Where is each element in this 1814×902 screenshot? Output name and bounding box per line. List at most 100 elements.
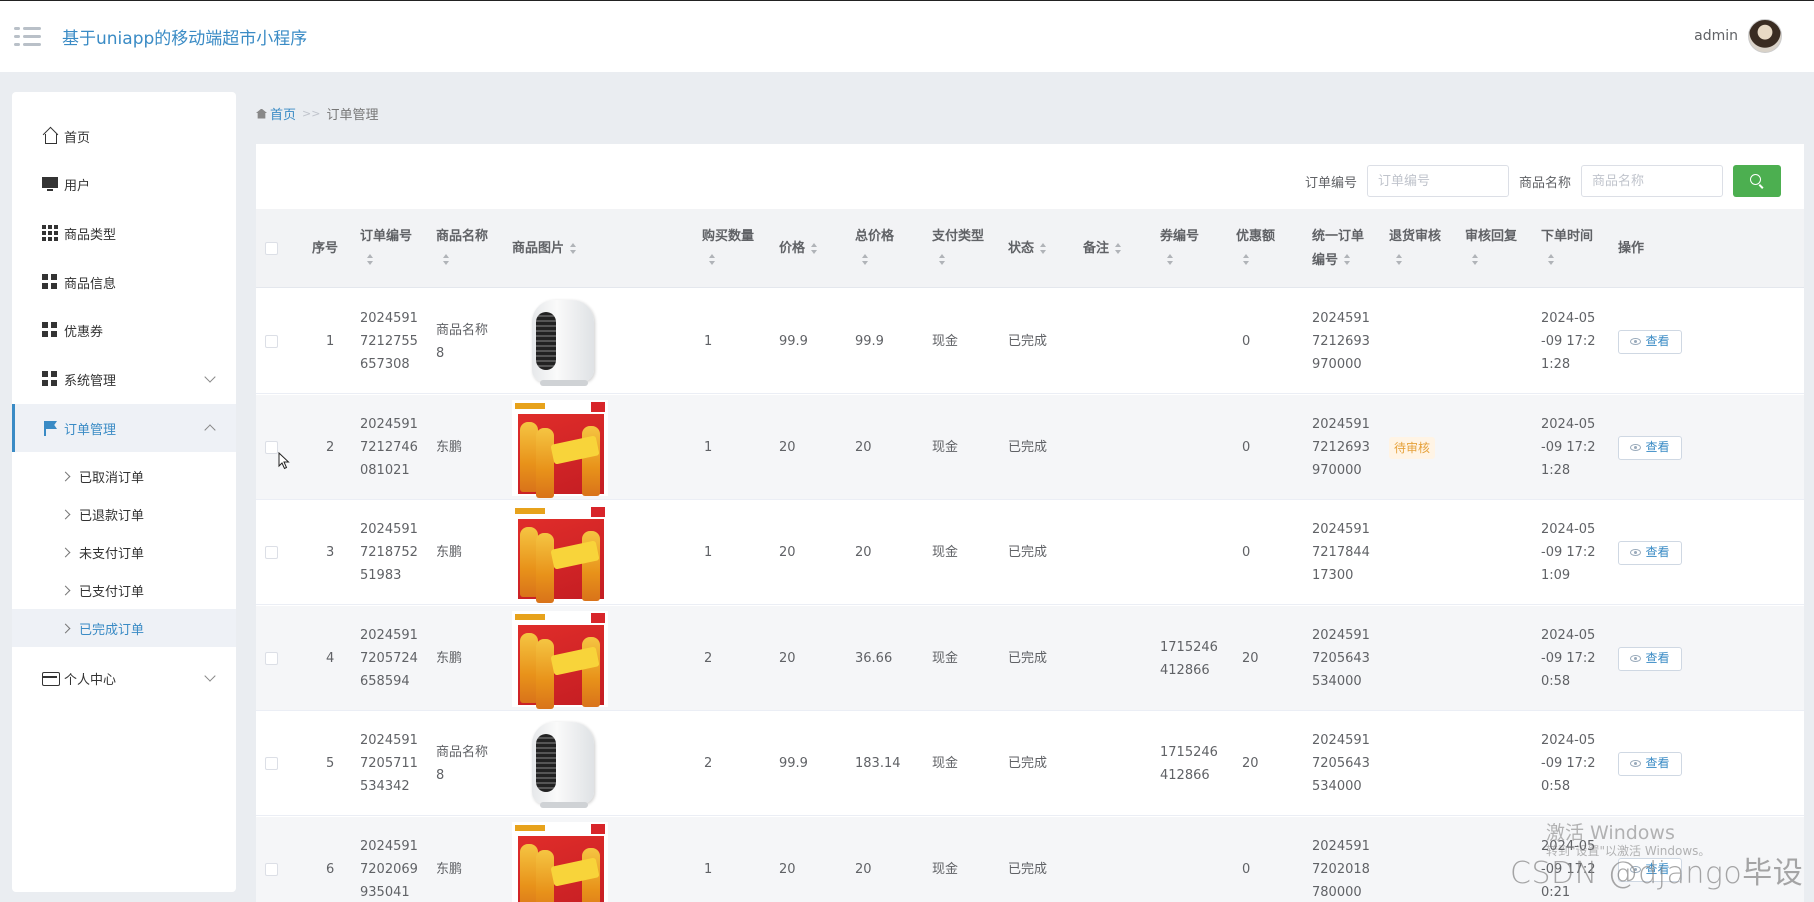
view-button[interactable]: 查看 bbox=[1618, 435, 1682, 460]
col-discount[interactable]: 优惠额 bbox=[1236, 209, 1275, 288]
view-button[interactable]: 查看 bbox=[1618, 646, 1682, 671]
col-price[interactable]: 价格 bbox=[779, 209, 818, 288]
product-name-line: 东鹏 bbox=[436, 651, 463, 666]
row-price: 20 bbox=[779, 395, 796, 500]
app-title: 基于uniapp的移动端超市小程序 bbox=[62, 29, 308, 49]
row-checkbox[interactable] bbox=[265, 441, 278, 454]
sort-icon[interactable] bbox=[1547, 254, 1555, 266]
grid-icon bbox=[42, 225, 58, 241]
row-index: 3 bbox=[326, 500, 334, 605]
product-name-input[interactable] bbox=[1581, 165, 1723, 197]
sidebar-subitem-unpaid[interactable]: 未支付订单 bbox=[12, 533, 236, 571]
discount-text: 0 bbox=[1242, 862, 1251, 877]
product-image bbox=[512, 821, 608, 902]
view-button[interactable]: 查看 bbox=[1618, 751, 1682, 776]
col-review-reply[interactable]: 审核回复 bbox=[1465, 209, 1517, 288]
sort-icon[interactable] bbox=[442, 254, 450, 266]
sidebar-subitem-refunded[interactable]: 已退款订单 bbox=[12, 495, 236, 533]
sidebar-item-system[interactable]: 系统管理 bbox=[12, 355, 236, 403]
col-product-image[interactable]: 商品图片 bbox=[512, 209, 577, 288]
sort-icon[interactable] bbox=[861, 254, 869, 266]
sidebar-item-coupons[interactable]: 优惠券 bbox=[12, 306, 236, 354]
sidebar-subitem-paid[interactable]: 已支付订单 bbox=[12, 571, 236, 609]
sidebar-subitem-cancelled[interactable]: 已取消订单 bbox=[12, 457, 236, 495]
menu-toggle-icon[interactable] bbox=[14, 25, 44, 49]
breadcrumb-home-link[interactable]: 首页 bbox=[270, 104, 296, 123]
order-time-line: -09 17:2 bbox=[1541, 651, 1596, 666]
quantity-text: 1 bbox=[704, 545, 713, 560]
view-button-label: 查看 bbox=[1645, 756, 1670, 770]
sort-icon[interactable] bbox=[1395, 254, 1403, 266]
sidebar-item-orders[interactable]: 订单管理 bbox=[12, 404, 236, 452]
sort-icon[interactable] bbox=[569, 242, 577, 255]
sort-icon[interactable] bbox=[1114, 242, 1122, 255]
select-all-checkbox[interactable] bbox=[265, 242, 278, 255]
sort-icon[interactable] bbox=[1039, 242, 1047, 255]
row-checkbox[interactable] bbox=[265, 335, 278, 348]
row-refund-review: 待审核 bbox=[1389, 395, 1436, 500]
row-quantity: 2 bbox=[704, 606, 712, 711]
sort-icon[interactable] bbox=[1166, 254, 1174, 266]
col-coupon-no[interactable]: 券编号 bbox=[1160, 209, 1199, 288]
col-product-name-label: 商品名称 bbox=[436, 228, 489, 244]
row-unified-no: 2024591 7205643 534000 bbox=[1312, 606, 1370, 711]
discount-text: 20 bbox=[1242, 651, 1259, 666]
row-total: 20 bbox=[855, 500, 872, 605]
sort-icon[interactable] bbox=[1471, 254, 1479, 266]
view-button[interactable]: 查看 bbox=[1618, 540, 1682, 565]
col-coupon-no-label: 券编号 bbox=[1160, 228, 1200, 244]
col-order-time[interactable]: 下单时间 bbox=[1541, 209, 1593, 288]
unified-no-line: 2024591 bbox=[1312, 733, 1370, 748]
row-quantity: 1 bbox=[704, 289, 712, 394]
view-button[interactable]: 查看 bbox=[1618, 329, 1682, 354]
order-no-line: 2024591 bbox=[360, 733, 418, 748]
main-panel: 订单编号 商品名称 序号 订单编号 商品名称 商品图片 购买数量 价格 总价格 … bbox=[256, 144, 1804, 902]
col-order-no[interactable]: 订单编号 bbox=[360, 209, 412, 288]
row-checkbox[interactable] bbox=[265, 757, 278, 770]
col-total[interactable]: 总价格 bbox=[855, 209, 894, 288]
row-checkbox[interactable] bbox=[265, 863, 278, 876]
sort-icon[interactable] bbox=[366, 254, 374, 266]
sort-icon[interactable] bbox=[938, 254, 946, 266]
user-menu[interactable]: admin bbox=[1694, 19, 1782, 53]
row-discount: 0 bbox=[1242, 500, 1250, 605]
sort-icon[interactable] bbox=[708, 254, 716, 266]
row-action: 查看 bbox=[1618, 289, 1682, 394]
row-checkbox[interactable] bbox=[265, 652, 278, 665]
sidebar-item-profile[interactable]: 个人中心 bbox=[12, 654, 236, 702]
sidebar-item-product-types[interactable]: 商品类型 bbox=[12, 209, 236, 257]
row-status: 已完成 bbox=[1008, 395, 1047, 500]
sidebar-item-home[interactable]: 首页 bbox=[12, 112, 236, 160]
unified-no-line: 7205643 bbox=[1312, 651, 1370, 666]
product-name-label: 商品名称 bbox=[1518, 175, 1571, 191]
row-pay-type: 现金 bbox=[932, 817, 958, 902]
order-no-line: 657308 bbox=[360, 357, 410, 372]
col-status[interactable]: 状态 bbox=[1008, 209, 1047, 288]
col-product-name[interactable]: 商品名称 bbox=[436, 209, 488, 288]
pay-type-text: 现金 bbox=[932, 440, 959, 455]
row-checkbox[interactable] bbox=[265, 546, 278, 559]
sidebar-item-label: 系统管理 bbox=[64, 373, 117, 389]
status-text: 已完成 bbox=[1008, 440, 1048, 455]
col-unified-no[interactable]: 统一订单 编号 bbox=[1312, 209, 1364, 288]
order-no-line: 51983 bbox=[360, 568, 402, 583]
coupon-no-line: 412866 bbox=[1160, 767, 1210, 783]
row-coupon-no: 1715246 412866 bbox=[1160, 711, 1218, 816]
col-quantity[interactable]: 购买数量 bbox=[702, 209, 754, 288]
col-price-label: 价格 bbox=[779, 240, 806, 256]
quantity-text: 1 bbox=[704, 334, 713, 349]
sort-icon[interactable] bbox=[810, 242, 818, 255]
col-pay-type[interactable]: 支付类型 bbox=[932, 209, 984, 288]
sidebar-item-product-info[interactable]: 商品信息 bbox=[12, 258, 236, 306]
sidebar-item-users[interactable]: 用户 bbox=[12, 160, 236, 208]
row-order-time: 2024-05 -09 17:2 1:09 bbox=[1541, 500, 1596, 605]
search-button[interactable] bbox=[1733, 165, 1781, 197]
order-no-input[interactable] bbox=[1366, 165, 1509, 197]
sort-icon[interactable] bbox=[1242, 254, 1250, 266]
sort-icon[interactable] bbox=[1343, 254, 1351, 266]
col-remark[interactable]: 备注 bbox=[1083, 209, 1122, 288]
avatar[interactable] bbox=[1748, 19, 1782, 53]
row-total: 36.66 bbox=[855, 606, 892, 711]
col-refund-review[interactable]: 退货审核 bbox=[1389, 209, 1441, 288]
sidebar-subitem-completed[interactable]: 已完成订单 bbox=[12, 609, 236, 647]
